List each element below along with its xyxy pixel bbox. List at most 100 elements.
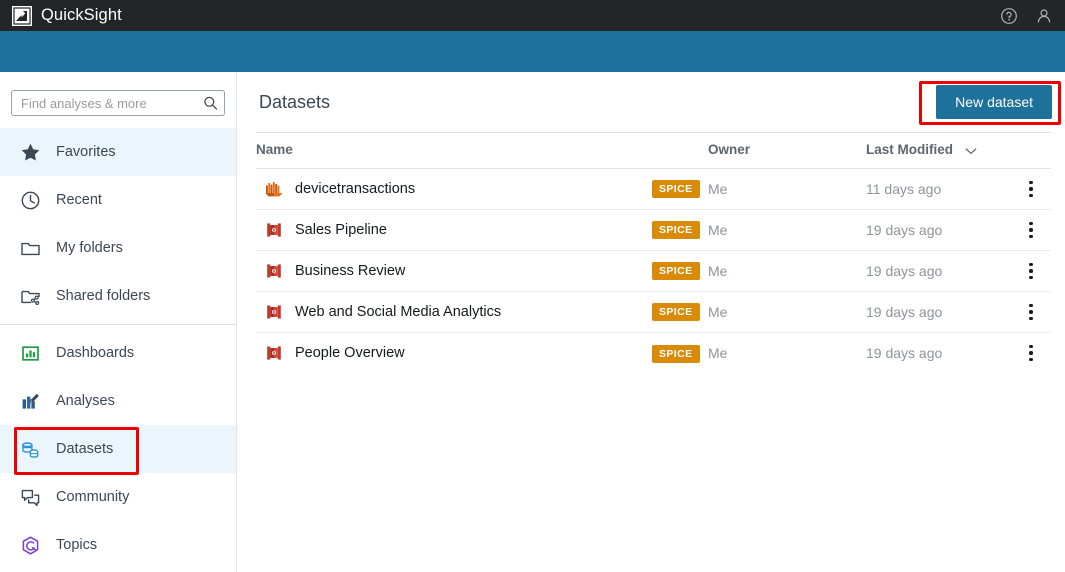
brand[interactable]: QuickSight (0, 5, 122, 26)
quicksight-app: QuickSight Find analyses & more Favorite… (0, 0, 1065, 572)
analyses-icon (20, 391, 41, 412)
column-header-actions (1011, 132, 1051, 169)
cell-last-modified: 19 days ago (866, 291, 1011, 333)
table-row[interactable]: Business Review SPICE Me 19 days ago (256, 250, 1051, 292)
cell-last-modified: 19 days ago (866, 345, 943, 362)
kebab-menu-icon[interactable] (1011, 344, 1051, 362)
cell-badge: SPICE (652, 291, 708, 333)
file-dataset-icon (264, 261, 284, 281)
cell-owner: Me (708, 345, 728, 362)
file-dataset-icon (264, 302, 284, 322)
main-content: Datasets New dataset Name Owner Last Mod… (238, 72, 1065, 572)
sidebar-item-favorites[interactable]: Favorites (0, 128, 236, 176)
dataset-name: People Overview (295, 345, 405, 362)
sidebar-item-topics[interactable]: Topics (0, 521, 236, 569)
column-header-last-modified[interactable]: Last Modified (866, 132, 1011, 169)
file-dataset-icon (264, 220, 284, 240)
table-header-row: Name Owner Last Modified (256, 132, 1051, 169)
file-dataset-icon (264, 343, 284, 363)
sidebar-item-label: Shared folders (56, 288, 151, 304)
sidebar-item-label: Community (56, 489, 130, 505)
sidebar-item-recent[interactable]: Recent (0, 176, 236, 224)
cell-owner: Me (708, 168, 866, 210)
dataset-name: devicetransactions (295, 180, 416, 197)
column-header-spice (652, 132, 708, 169)
brand-name: QuickSight (41, 6, 122, 24)
main-header: Datasets New dataset (238, 72, 1065, 132)
help-circle-icon[interactable] (1000, 7, 1018, 25)
sidebar-search (0, 72, 236, 128)
status-badge: SPICE (652, 344, 700, 363)
kebab-menu-icon[interactable] (1011, 262, 1051, 280)
clock-icon (20, 190, 41, 211)
search-input[interactable] (12, 91, 224, 115)
cell-name[interactable]: Sales Pipeline (256, 209, 652, 251)
column-header-owner[interactable]: Owner (708, 132, 866, 169)
sidebar-divider (0, 324, 236, 325)
status-badge: SPICE (652, 180, 700, 199)
cell-actions (1011, 332, 1051, 373)
sidebar-item-label: Dashboards (56, 345, 135, 361)
top-bar: QuickSight (0, 0, 1065, 31)
sidebar-item-label: Favorites (56, 144, 116, 160)
page-title: Datasets (259, 91, 331, 112)
cell-badge: SPICE (652, 209, 708, 251)
sidebar-item-datasets[interactable]: Datasets (0, 425, 236, 473)
dataset-name: Sales Pipeline (295, 221, 387, 238)
sidebar-item-dashboards[interactable]: Dashboards (0, 329, 236, 377)
chevron-down-icon (965, 143, 977, 158)
cell-actions (1011, 250, 1051, 292)
community-icon (20, 487, 41, 508)
status-badge: SPICE (652, 262, 700, 281)
status-badge: SPICE (652, 221, 700, 240)
datasets-icon (20, 439, 41, 460)
kebab-menu-icon[interactable] (1011, 221, 1051, 239)
cell-badge: SPICE (652, 332, 708, 373)
sidebar-item-community[interactable]: Community (0, 473, 236, 521)
sidebar-item-label: Analyses (56, 393, 115, 409)
search-icon[interactable] (203, 96, 218, 111)
status-badge: SPICE (652, 303, 700, 322)
dataset-name: Business Review (295, 262, 406, 279)
new-dataset-button[interactable]: New dataset (936, 85, 1052, 119)
cell-owner: Me (708, 250, 866, 292)
sidebar-item-analyses[interactable]: Analyses (0, 377, 236, 425)
table-row[interactable]: Web and Social Media Analytics SPICE Me … (256, 291, 1051, 333)
folder-share-icon (20, 286, 41, 307)
cell-actions (1011, 291, 1051, 333)
cell-name[interactable]: Web and Social Media Analytics (256, 291, 652, 333)
column-header-name[interactable]: Name (256, 132, 652, 169)
sidebar-item-shared-folders[interactable]: Shared folders (0, 272, 236, 320)
sidebar-item-label: Recent (56, 192, 102, 208)
redshift-dataset-icon (264, 179, 284, 199)
cell-actions (1011, 209, 1051, 251)
cell-owner: Me (708, 209, 866, 251)
cell-last-modified: 19 days ago (866, 209, 1011, 251)
cell-name[interactable]: People Overview (256, 332, 652, 373)
column-header-last-modified-label: Last Modified (866, 142, 953, 157)
sidebar-item-my-folders[interactable]: My folders (0, 224, 236, 272)
table-row[interactable]: People Overview SPICE Me 19 days ago (256, 332, 1051, 373)
sidebar: Favorites Recent My folders (0, 72, 237, 572)
topics-icon (20, 535, 41, 556)
teal-banner (0, 31, 1065, 72)
dashboard-icon (20, 343, 41, 364)
kebab-menu-icon[interactable] (1011, 303, 1051, 321)
sidebar-item-label: My folders (56, 240, 123, 256)
dataset-name: Web and Social Media Analytics (295, 303, 502, 320)
sidebar-item-label: Topics (56, 537, 98, 553)
user-account-icon[interactable] (1035, 7, 1053, 25)
cell-name[interactable]: devicetransactions (256, 168, 652, 210)
table-row[interactable]: devicetransactions SPICE Me 11 days ago (256, 168, 1051, 210)
cell-actions (1011, 168, 1051, 210)
table-row[interactable]: Sales Pipeline SPICE Me 19 days ago (256, 209, 1051, 251)
cell-last-modified: 19 days ago (866, 250, 1011, 292)
star-icon (20, 142, 41, 163)
datasets-table: Name Owner Last Modified devicetransacti… (256, 132, 1051, 373)
sidebar-item-label: Datasets (56, 441, 114, 457)
quicksight-logo-icon (12, 5, 32, 26)
cell-name[interactable]: Business Review (256, 250, 652, 292)
top-bar-actions (1000, 0, 1053, 31)
cell-badge: SPICE (652, 250, 708, 292)
kebab-menu-icon[interactable] (1011, 180, 1051, 198)
